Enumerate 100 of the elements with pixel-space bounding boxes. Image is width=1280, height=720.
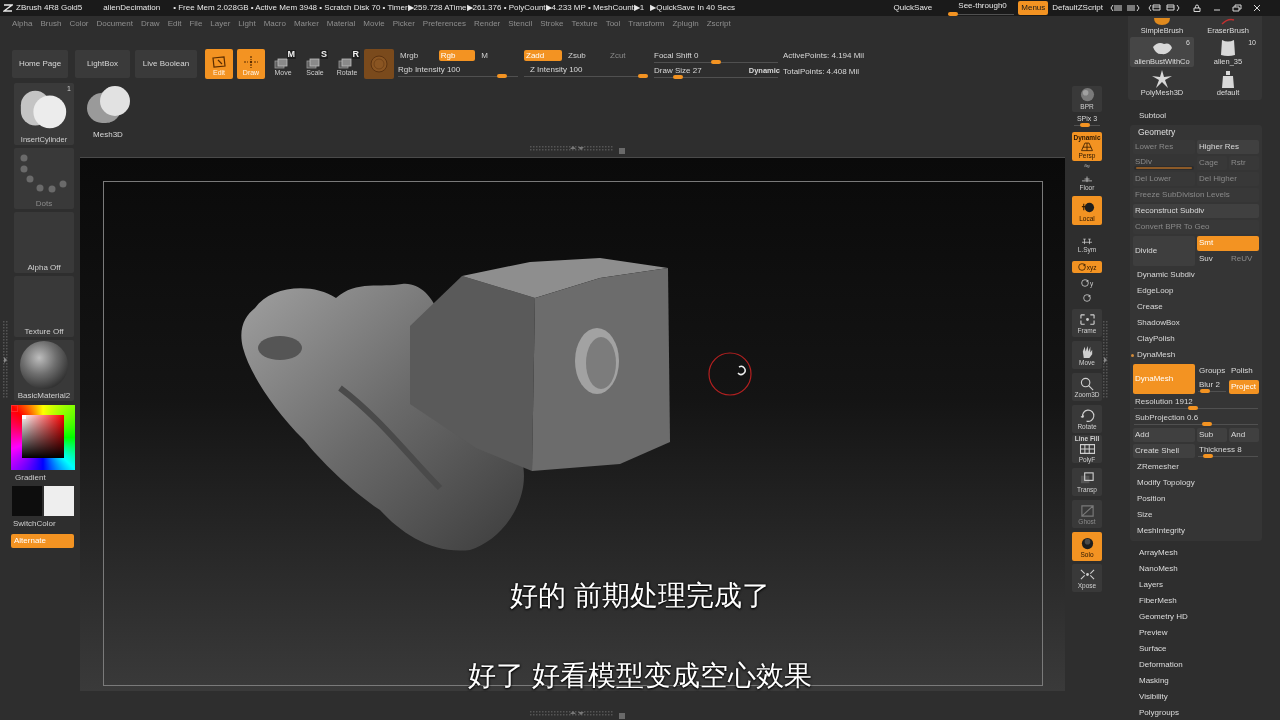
panel-button[interactable]: Reconstruct Subdiv — [1133, 204, 1259, 218]
subpalette-header[interactable]: Position — [1133, 491, 1259, 507]
color-swatch-icon[interactable] — [44, 486, 74, 516]
panel-button[interactable]: Higher Res — [1197, 140, 1259, 154]
tray-handle[interactable] — [1103, 320, 1108, 400]
color-picker[interactable] — [11, 405, 75, 470]
bars-right-icon[interactable] — [1126, 4, 1140, 12]
restore-icon[interactable] — [1230, 4, 1244, 12]
slider-track[interactable] — [1198, 453, 1258, 458]
menu-item[interactable]: Layer — [210, 19, 231, 29]
menu-item[interactable]: Movie — [363, 19, 385, 29]
palette-header[interactable]: Layers — [1139, 578, 1280, 592]
menu-item[interactable]: Stencil — [508, 19, 533, 29]
palette-header[interactable]: NanoMesh — [1139, 562, 1280, 576]
mode-toggle[interactable]: Zsub — [566, 49, 604, 61]
palette-header[interactable]: Geometry HD — [1139, 610, 1280, 624]
menu-item[interactable]: Draw — [140, 19, 160, 29]
palette-header[interactable]: FiberMesh — [1139, 594, 1280, 608]
palette-header[interactable]: Deformation — [1139, 658, 1280, 672]
slider-track[interactable] — [398, 74, 518, 78]
toggle-button[interactable]: Groups — [1197, 364, 1227, 379]
subpalette-header[interactable]: ShadowBox — [1133, 315, 1259, 331]
shelf-button[interactable]: Live Boolean — [135, 49, 197, 78]
subpalette-header[interactable]: ClayPolish — [1133, 331, 1259, 347]
slider-thumb[interactable] — [673, 75, 684, 79]
slider-thumb[interactable] — [497, 74, 507, 78]
slider-thumb[interactable] — [711, 60, 721, 64]
menu-item[interactable]: Picker — [392, 19, 415, 29]
menu-item[interactable]: Color — [69, 19, 89, 29]
material-thumbnail[interactable]: BasicMaterial2 — [14, 340, 74, 401]
palette-header[interactable]: ArrayMesh — [1139, 546, 1280, 560]
toggle-button[interactable]: Suv — [1197, 251, 1227, 266]
menu-item[interactable]: Marker — [293, 19, 319, 29]
panel-button[interactable]: Add — [1133, 428, 1195, 442]
window-left-icon[interactable] — [1148, 4, 1162, 12]
quicksave-button[interactable]: QuickSave — [891, 1, 935, 15]
subpalette-header[interactable]: EdgeLoop — [1133, 283, 1259, 299]
panel-button[interactable]: And — [1229, 428, 1259, 442]
menu-item[interactable]: Brush — [40, 19, 62, 29]
menu-item[interactable]: Light — [238, 19, 256, 29]
palette-header[interactable]: Preview — [1139, 626, 1280, 640]
menu-item[interactable]: Preferences — [422, 19, 466, 29]
shelf-button[interactable]: Home Page — [12, 49, 68, 78]
slider-track[interactable] — [654, 75, 778, 79]
menu-item[interactable]: Stroke — [540, 19, 564, 29]
menu-item[interactable]: Material — [326, 19, 356, 29]
toggle-button[interactable]: Polish — [1229, 364, 1259, 379]
resize-handle[interactable] — [530, 145, 626, 154]
menu-item[interactable]: Zscript — [706, 19, 731, 29]
texture-thumbnail[interactable]: Texture Off — [14, 276, 74, 337]
alpha-thumbnail[interactable]: Alpha Off — [14, 212, 74, 273]
bars-left-icon[interactable] — [1110, 4, 1124, 12]
menu-item[interactable]: Texture — [571, 19, 598, 29]
slider-track[interactable] — [654, 60, 778, 64]
subpalette-header[interactable]: DynaMesh — [1133, 347, 1259, 363]
menu-item[interactable]: Document — [96, 19, 133, 29]
menus-button[interactable]: Menus — [1018, 1, 1049, 15]
palette-header[interactable]: Surface — [1139, 642, 1280, 656]
tool-thumbnail[interactable]: Mesh3D — [82, 83, 134, 145]
slider-track[interactable] — [524, 74, 648, 78]
slider-track[interactable] — [948, 11, 1015, 16]
tray-handle[interactable] — [3, 320, 8, 400]
slider-thumb[interactable] — [1079, 123, 1090, 127]
panel-button[interactable]: Divide — [1133, 236, 1195, 266]
slider-thumb[interactable] — [1203, 453, 1213, 458]
menu-item[interactable]: File — [189, 19, 203, 29]
menu-item[interactable]: Alpha — [12, 19, 33, 29]
stroke-thumbnail[interactable]: Dots — [14, 148, 74, 209]
slider-thumb[interactable] — [638, 74, 648, 78]
subpalette-header[interactable]: Modify Topology — [1133, 475, 1259, 491]
slider-thumb[interactable] — [1202, 421, 1213, 426]
subpalette-header[interactable]: Crease — [1133, 299, 1259, 315]
menu-item[interactable]: Tool — [605, 19, 621, 29]
subpalette-header[interactable]: MeshIntegrity — [1133, 523, 1259, 539]
mode-toggle[interactable]: M — [479, 49, 516, 61]
menu-item[interactable]: Edit — [167, 19, 182, 29]
mode-toggle[interactable]: Mrgb — [398, 49, 435, 61]
lock-icon[interactable] — [1190, 4, 1204, 12]
menu-item[interactable]: Transform — [628, 19, 665, 29]
menu-item[interactable]: Macro — [263, 19, 286, 29]
palette-header[interactable]: Polygroups — [1139, 706, 1280, 720]
subpalette-header[interactable]: Size — [1133, 507, 1259, 523]
panel-button[interactable]: Create Shell — [1133, 444, 1195, 458]
shelf-button[interactable]: LightBox — [75, 49, 130, 78]
color-swatch-icon[interactable] — [12, 486, 42, 516]
slider-thumb[interactable] — [1187, 405, 1198, 410]
panel-button[interactable]: Sub — [1197, 428, 1227, 442]
subpalette-header[interactable]: ZRemesher — [1133, 459, 1259, 475]
palette-header[interactable]: Subtool — [1139, 108, 1280, 124]
palette-header[interactable]: Masking — [1139, 674, 1280, 688]
palette-header[interactable]: Visibility — [1139, 690, 1280, 704]
window-right-icon[interactable] — [1166, 4, 1180, 12]
menu-item[interactable]: Zplugin — [672, 19, 699, 29]
subpalette-header[interactable]: Dynamic Subdiv — [1133, 267, 1259, 283]
slider-track[interactable] — [1074, 123, 1100, 127]
slider-thumb[interactable] — [948, 11, 959, 16]
menu-item[interactable]: Render — [474, 19, 501, 29]
slider-track[interactable] — [1198, 389, 1226, 394]
script-button[interactable]: DefaultZScript — [1051, 1, 1104, 15]
slider-thumb[interactable] — [1199, 389, 1210, 394]
